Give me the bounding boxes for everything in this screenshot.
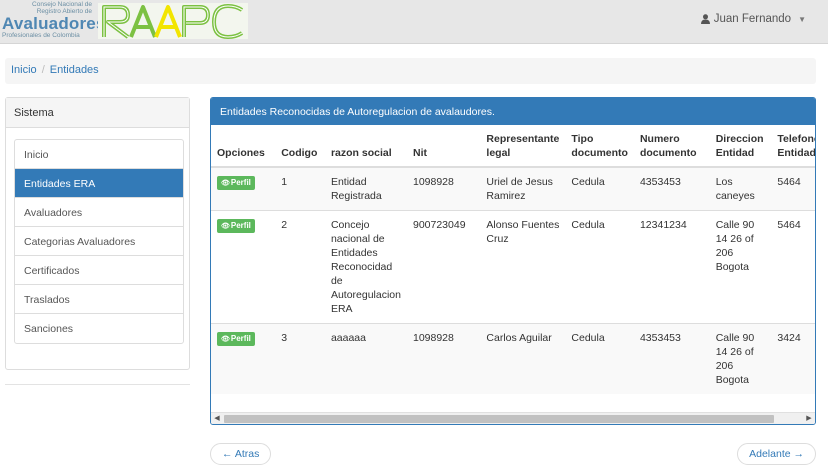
user-menu[interactable]: Juan Fernando ▼ [700,13,806,25]
breadcrumb-current-link[interactable]: Entidades [50,64,99,76]
sidebar-menu: Inicio Entidades ERA Avaluadores Categor… [14,139,184,344]
sidebar-panel: Sistema Inicio Entidades ERA Avaluadores… [5,97,190,370]
sidebar-item-traslados[interactable]: Traslados [15,285,183,314]
perfil-button[interactable]: 👁Perfil [217,176,255,190]
cell-codigo: 1 [275,166,325,211]
logo-line-3: Profesionales de Colombia [2,32,80,39]
user-icon [700,14,710,24]
raapc-logo[interactable] [98,1,248,41]
col-header-razon-social[interactable]: razon social [324,125,407,168]
cell-numero-documento: 4353453 [633,166,710,211]
scroll-left-arrow-icon[interactable]: ◀ [212,414,222,424]
cell-tipo-documento: Cedula [565,323,634,394]
breadcrumb-separator: / [41,64,45,76]
cell-numero-documento: 12341234 [633,210,710,324]
sidebar-item-sanciones[interactable]: Sanciones [15,314,183,343]
top-navbar: Consejo Nacional de Registro Abierto de … [0,0,828,44]
horizontal-scrollbar[interactable]: ◀ ▶ [211,412,815,424]
entidades-table: Opciones Codigo razon social Nit Represe… [211,125,815,394]
cell-tipo-documento: Cedula [565,166,634,211]
perfil-button[interactable]: 👁Perfil [217,219,255,233]
col-header-representante[interactable]: Representante legal [480,125,566,168]
cell-opciones: 👁Perfil [211,323,276,394]
sidebar-item-avaluadores[interactable]: Avaluadores [15,198,183,227]
user-name: Juan Fernando [713,13,792,25]
cell-razon-social: Concejo nacional de Entidades Reconocida… [324,210,407,324]
sidebar-divider [5,384,190,385]
sidebar-item-certificados[interactable]: Certificados [15,256,183,285]
cell-numero-documento: 4353453 [633,323,710,394]
col-header-codigo[interactable]: Codigo [275,125,325,168]
table-row: 👁Perfil 1 Entidad Registrada 1098928 Uri… [211,166,815,211]
breadcrumb: Inicio / Entidades [5,58,816,84]
cell-telefono: 3424 [771,323,815,394]
cell-direccion: Calle 90 14 26 of 206 Bogota [709,323,772,394]
breadcrumb-home-link[interactable]: Inicio [11,64,37,76]
col-header-opciones[interactable]: Opciones [211,125,276,168]
cell-direccion: Calle 90 14 26 of 206 Bogota [709,210,772,324]
eye-icon: 👁 [221,223,230,230]
col-header-direccion[interactable]: Direccion Entidad [709,125,772,168]
consejo-logo[interactable]: Consejo Nacional de Registro Abierto de … [2,0,106,44]
col-header-nit[interactable]: Nit [406,125,481,168]
caret-down-icon: ▼ [798,14,806,24]
cell-telefono: 5464 [771,166,815,211]
perfil-button-label: Perfil [230,221,251,230]
col-header-numero-documento[interactable]: Numero documento [633,125,710,168]
cell-opciones: 👁Perfil [211,210,276,324]
cell-nit: 1098928 [406,323,481,394]
sidebar-item-entidades-era[interactable]: Entidades ERA [15,169,183,198]
table-scroll-area[interactable]: Opciones Codigo razon social Nit Represe… [211,125,815,412]
perfil-button-label: Perfil [230,178,251,187]
col-header-tipo-documento[interactable]: Tipo documento [565,125,634,168]
sidebar-item-categorias-avaluadores[interactable]: Categorias Avaluadores [15,227,183,256]
panel-title: Entidades Reconocidas de Autoregulacion … [211,98,815,125]
cell-nit: 1098928 [406,166,481,211]
table-row: 👁Perfil 3 aaaaaa 1098928 Carlos Aguilar … [211,323,815,394]
cell-codigo: 2 [275,210,325,324]
pager-next-button[interactable]: Adelante → [737,443,816,465]
cell-codigo: 3 [275,323,325,394]
entidades-panel: Entidades Reconocidas de Autoregulacion … [210,97,816,425]
cell-telefono: 5464 [771,210,815,324]
sidebar-title: Sistema [6,98,189,128]
table-header-row: Opciones Codigo razon social Nit Represe… [211,125,815,168]
cell-representante: Carlos Aguilar [480,323,566,394]
cell-razon-social: Entidad Registrada [324,166,407,211]
cell-direccion: Los caneyes [709,166,772,211]
cell-razon-social: aaaaaa [324,323,407,394]
sidebar-item-inicio[interactable]: Inicio [15,140,183,169]
cell-opciones: 👁Perfil [211,166,276,211]
cell-representante: Alonso Fuentes Cruz [480,210,566,324]
pager-prev-button[interactable]: ← Atras [210,443,272,465]
col-header-telefono[interactable]: Telefono Entidad [771,125,815,168]
table-row: 👁Perfil 2 Concejo nacional de Entidades … [211,210,815,324]
perfil-button[interactable]: 👁Perfil [217,332,255,346]
eye-icon: 👁 [221,180,230,187]
eye-icon: 👁 [221,336,230,343]
perfil-button-label: Perfil [230,334,251,343]
logo-title: Avaluadores [2,14,106,33]
cell-representante: Uriel de Jesus Ramirez [480,166,566,211]
cell-tipo-documento: Cedula [565,210,634,324]
logo-line-1: Consejo Nacional de [32,1,92,8]
scroll-right-arrow-icon[interactable]: ▶ [804,414,814,424]
cell-nit: 900723049 [406,210,481,324]
scrollbar-thumb[interactable] [224,415,774,423]
